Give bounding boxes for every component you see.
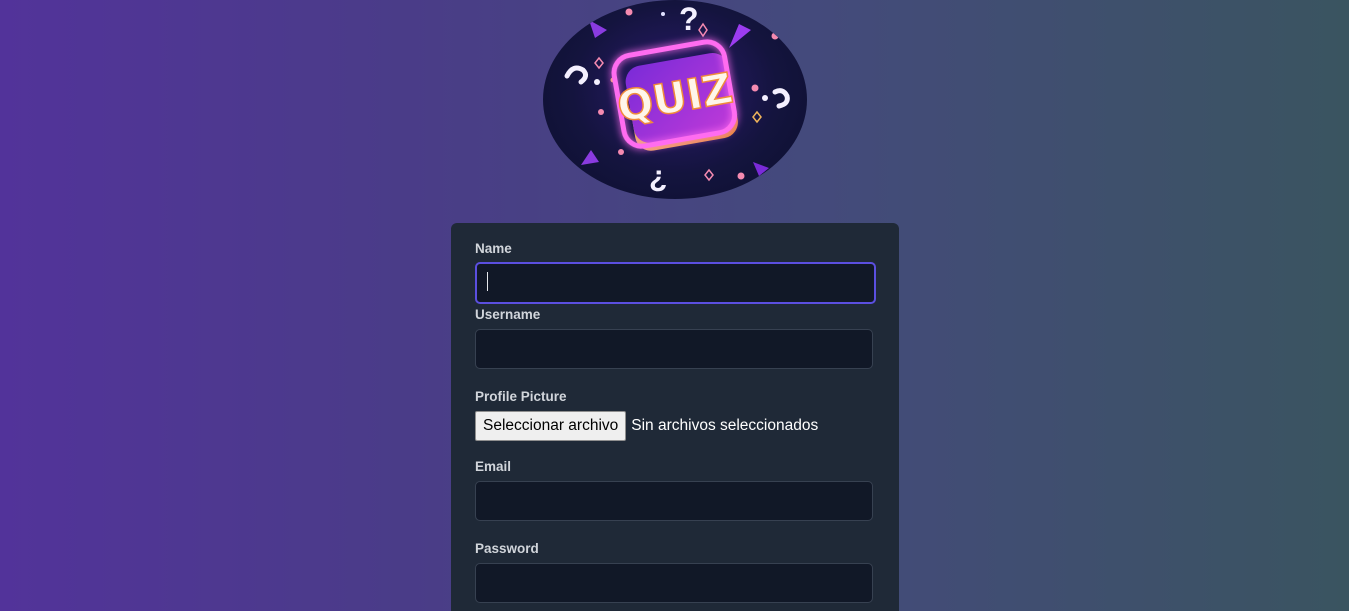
text-caret bbox=[487, 272, 488, 291]
name-label: Name bbox=[475, 241, 512, 256]
username-input[interactable] bbox=[475, 329, 873, 369]
email-input[interactable] bbox=[475, 481, 873, 521]
username-label: Username bbox=[475, 307, 541, 322]
email-label: Email bbox=[475, 459, 512, 474]
name-input[interactable] bbox=[475, 262, 876, 304]
svg-text:?: ? bbox=[679, 1, 699, 37]
quiz-logo-image: ? ¿ QUIZ bbox=[564, 1, 790, 193]
profile-picture-file-input[interactable]: Seleccionar archivo Sin archivos selecci… bbox=[475, 411, 818, 441]
profile-picture-label: Profile Picture bbox=[475, 389, 567, 404]
signup-form-card: Name Username Profile Picture Selecciona… bbox=[451, 223, 899, 611]
svg-text:¿: ¿ bbox=[649, 160, 667, 193]
file-status-text: Sin archivos seleccionados bbox=[631, 417, 819, 434]
quiz-logo: ? ¿ QUIZ bbox=[543, 0, 807, 199]
password-input[interactable] bbox=[475, 563, 873, 603]
choose-file-button[interactable]: Seleccionar archivo bbox=[475, 411, 627, 441]
password-label: Password bbox=[475, 541, 539, 556]
